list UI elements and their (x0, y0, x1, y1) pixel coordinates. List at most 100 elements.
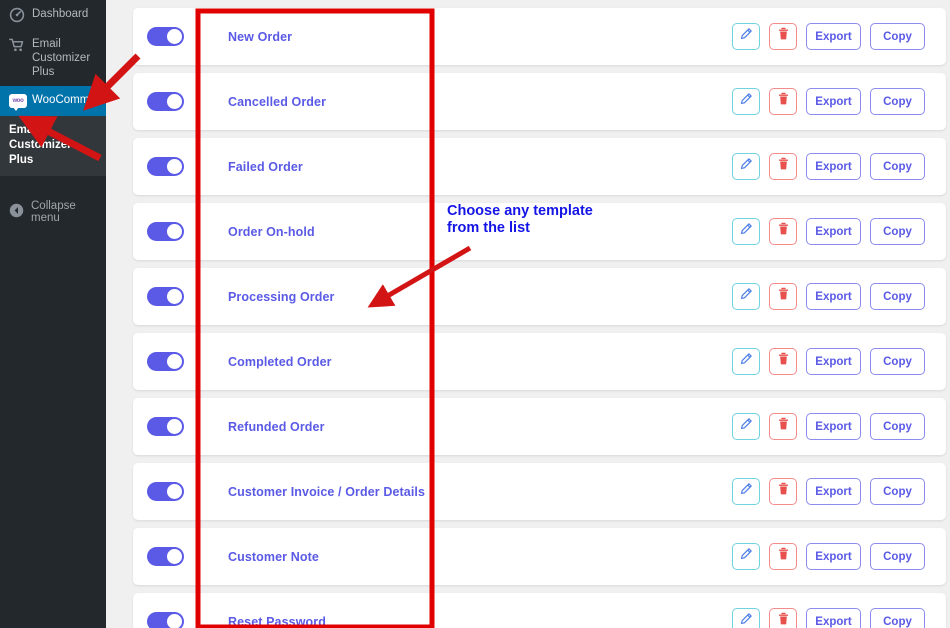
template-enable-toggle[interactable] (147, 417, 184, 436)
template-name[interactable]: Failed Order (228, 160, 732, 174)
template-name[interactable]: New Order (228, 30, 732, 44)
dashboard-icon (9, 7, 25, 23)
sidebar-item-label: WooCommerce (32, 94, 112, 106)
sidebar-item-label: Email Customizer Plus (32, 38, 91, 78)
copy-button[interactable]: Copy (870, 283, 925, 310)
trash-icon (777, 157, 790, 176)
template-row: Processing Order Export Copy (133, 268, 946, 325)
sidebar-item-dashboard[interactable]: Dashboard (0, 0, 106, 30)
trash-icon (777, 352, 790, 371)
export-button[interactable]: Export (806, 608, 861, 628)
template-enable-toggle[interactable] (147, 27, 184, 46)
toggle-knob (167, 29, 182, 44)
sidebar-item-woocommerce[interactable]: woo WooCommerce (0, 86, 114, 116)
template-enable-toggle[interactable] (147, 547, 184, 566)
delete-button[interactable] (769, 348, 797, 375)
edit-button[interactable] (732, 608, 760, 628)
delete-button[interactable] (769, 153, 797, 180)
template-enable-toggle[interactable] (147, 482, 184, 501)
sidebar-submenu-item-email-customizer-plus[interactable]: Email Customizer Plus (0, 121, 106, 170)
collapse-menu-button[interactable]: Collapse menu (0, 192, 106, 232)
row-actions: Export Copy (732, 348, 946, 375)
toggle-knob (167, 419, 182, 434)
template-row: New Order Export Copy (133, 8, 946, 65)
row-actions: Export Copy (732, 88, 946, 115)
row-actions: Export Copy (732, 283, 946, 310)
template-name[interactable]: Reset Password (228, 615, 732, 628)
template-enable-toggle[interactable] (147, 92, 184, 111)
export-button[interactable]: Export (806, 543, 861, 570)
copy-button[interactable]: Copy (870, 218, 925, 245)
export-button[interactable]: Export (806, 153, 861, 180)
copy-button[interactable]: Copy (870, 478, 925, 505)
pencil-icon (739, 612, 753, 628)
template-name[interactable]: Processing Order (228, 290, 732, 304)
pencil-icon (739, 157, 753, 176)
row-actions: Export Copy (732, 23, 946, 50)
template-enable-toggle[interactable] (147, 612, 184, 628)
export-button[interactable]: Export (806, 218, 861, 245)
export-button[interactable]: Export (806, 283, 861, 310)
template-name[interactable]: Refunded Order (228, 420, 732, 434)
delete-button[interactable] (769, 88, 797, 115)
edit-button[interactable] (732, 413, 760, 440)
row-actions: Export Copy (732, 153, 946, 180)
template-row: Completed Order Export Copy (133, 333, 946, 390)
trash-icon (777, 547, 790, 566)
delete-button[interactable] (769, 413, 797, 440)
toggle-knob (167, 354, 182, 369)
template-row: Cancelled Order Export Copy (133, 73, 946, 130)
template-name[interactable]: Cancelled Order (228, 95, 732, 109)
edit-button[interactable] (732, 478, 760, 505)
template-name[interactable]: Completed Order (228, 355, 732, 369)
export-button[interactable]: Export (806, 23, 861, 50)
template-name[interactable]: Customer Invoice / Order Details (228, 485, 732, 499)
pencil-icon (739, 352, 753, 371)
toggle-knob (167, 549, 182, 564)
edit-button[interactable] (732, 23, 760, 50)
delete-button[interactable] (769, 23, 797, 50)
edit-button[interactable] (732, 283, 760, 310)
export-button[interactable]: Export (806, 413, 861, 440)
export-button[interactable]: Export (806, 478, 861, 505)
pencil-icon (739, 27, 753, 46)
export-button[interactable]: Export (806, 348, 861, 375)
template-enable-toggle[interactable] (147, 287, 184, 306)
copy-button[interactable]: Copy (870, 543, 925, 570)
template-enable-toggle[interactable] (147, 352, 184, 371)
sidebar-item-email-customizer-plus[interactable]: Email Customizer Plus (0, 30, 106, 86)
delete-button[interactable] (769, 218, 797, 245)
edit-button[interactable] (732, 348, 760, 375)
delete-button[interactable] (769, 283, 797, 310)
copy-button[interactable]: Copy (870, 413, 925, 440)
template-row: Failed Order Export Copy (133, 138, 946, 195)
row-actions: Export Copy (732, 478, 946, 505)
pencil-icon (739, 287, 753, 306)
row-actions: Export Copy (732, 218, 946, 245)
export-button[interactable]: Export (806, 88, 861, 115)
copy-button[interactable]: Copy (870, 608, 925, 628)
pencil-icon (739, 547, 753, 566)
delete-button[interactable] (769, 608, 797, 628)
collapse-menu-label: Collapse menu (31, 200, 76, 224)
edit-button[interactable] (732, 218, 760, 245)
collapse-arrow-icon (9, 203, 24, 221)
admin-sidebar: Dashboard Email Customizer Plus woo WooC… (0, 0, 114, 628)
template-list-panel: New Order Export Copy Cancelled Order Export… (106, 0, 950, 628)
edit-button[interactable] (732, 88, 760, 115)
copy-button[interactable]: Copy (870, 153, 925, 180)
template-name[interactable]: Customer Note (228, 550, 732, 564)
delete-button[interactable] (769, 478, 797, 505)
template-enable-toggle[interactable] (147, 157, 184, 176)
edit-button[interactable] (732, 543, 760, 570)
delete-button[interactable] (769, 543, 797, 570)
row-actions: Export Copy (732, 413, 946, 440)
toggle-knob (167, 224, 182, 239)
copy-button[interactable]: Copy (870, 23, 925, 50)
trash-icon (777, 612, 790, 628)
edit-button[interactable] (732, 153, 760, 180)
copy-button[interactable]: Copy (870, 88, 925, 115)
copy-button[interactable]: Copy (870, 348, 925, 375)
template-enable-toggle[interactable] (147, 222, 184, 241)
callout-text: Choose any template from the list (447, 203, 593, 236)
